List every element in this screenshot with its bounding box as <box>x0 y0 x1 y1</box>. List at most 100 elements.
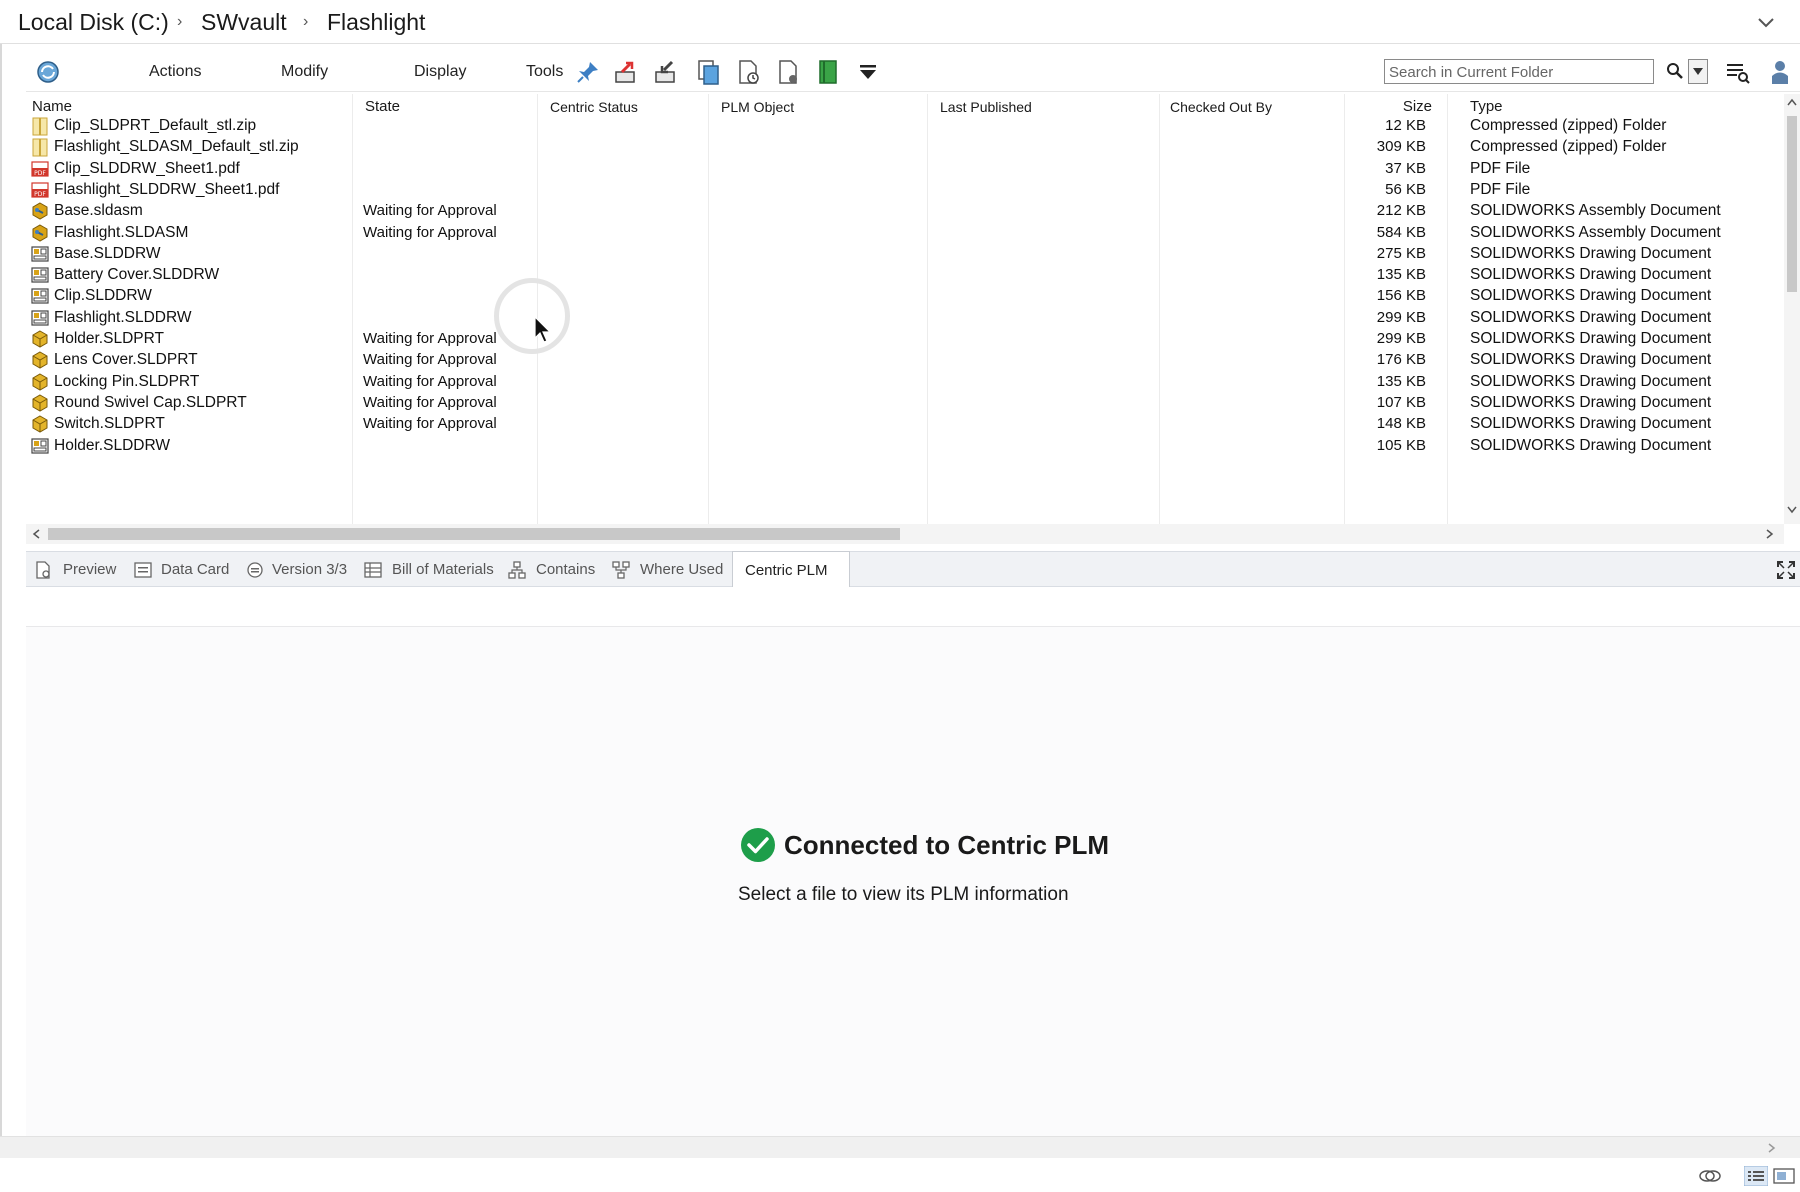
file-size: 299 KB <box>1376 330 1426 347</box>
file-type: SOLIDWORKS Drawing Document <box>1470 308 1712 326</box>
chevron-right-icon[interactable] <box>1768 1143 1776 1153</box>
column-header-last-published[interactable]: Last Published <box>940 99 1032 115</box>
tab-where-used[interactable]: Where Used <box>612 552 723 586</box>
column-header-centric-status[interactable]: Centric Status <box>550 99 638 115</box>
tab-data-card[interactable]: Data Card <box>134 552 234 586</box>
file-name: Clip_SLDDRW_Sheet1.pdf <box>54 159 240 177</box>
file-size: 156 KB <box>1376 287 1426 305</box>
file-state: Waiting for Approval <box>363 330 497 347</box>
tab-bill-of-materials[interactable]: Bill of Materials <box>364 552 500 586</box>
user-icon[interactable] <box>1766 58 1794 86</box>
details-view-icon[interactable] <box>1744 1166 1768 1186</box>
copy-files-icon[interactable] <box>694 58 722 86</box>
file-type: SOLIDWORKS Drawing Document <box>1470 266 1712 284</box>
part-icon <box>32 373 48 391</box>
file-name: Clip.SLDDRW <box>54 287 152 305</box>
file-type: SOLIDWORKS Drawing Document <box>1470 393 1712 411</box>
file-type: Compressed (zipped) Folder <box>1470 138 1667 156</box>
breadcrumb-separator-icon: › <box>303 13 309 30</box>
horizontal-scroll-thumb[interactable] <box>48 528 900 540</box>
check-circle-bg <box>741 828 775 862</box>
file-size: 56 KB <box>1385 180 1426 198</box>
overflow-menu-icon[interactable] <box>854 58 882 86</box>
plm-instruction-text: Select a file to view its PLM informatio… <box>738 884 1069 905</box>
table-row[interactable]: Holder.SLDDRW 105 KB SOLIDWORKS Drawing Do… <box>26 434 1784 458</box>
preview-icon <box>36 561 50 579</box>
breadcrumb-item-local-disk[interactable]: Local Disk (C:) <box>18 9 169 36</box>
file-name: Round Swivel Cap.SLDPRT <box>54 393 247 411</box>
plm-connection-title: Connected to Centric PLM <box>784 830 1110 860</box>
menu-actions[interactable]: Actions <box>149 63 201 81</box>
file-name: Flashlight.SLDDRW <box>54 308 192 326</box>
file-name: Flashlight_SLDASM_Default_stl.zip <box>54 138 299 156</box>
drawing-icon <box>31 246 49 262</box>
vertical-scroll-thumb[interactable] <box>1787 116 1797 292</box>
search-dropdown-button[interactable] <box>1688 59 1708 84</box>
part-icon <box>32 351 48 369</box>
details-tab-bar: Preview Data Card Version 3/3 Bill of Ma… <box>26 551 1800 587</box>
scroll-up-icon[interactable] <box>1787 98 1797 106</box>
file-size: 584 KB <box>1376 223 1426 241</box>
file-name: Switch.SLDPRT <box>54 415 165 433</box>
column-header-plm-object[interactable]: PLM Object <box>721 99 794 115</box>
get-version-icon[interactable] <box>734 58 762 86</box>
column-header-size[interactable]: Size <box>1380 98 1432 115</box>
where-used-icon <box>612 561 630 579</box>
version-icon <box>247 562 263 578</box>
horizontal-scrollbar[interactable] <box>26 524 1784 544</box>
search-icon[interactable] <box>1666 62 1684 80</box>
menu-display[interactable]: Display <box>414 63 466 81</box>
file-state: Waiting for Approval <box>363 372 497 390</box>
search-list-icon[interactable] <box>1724 58 1752 86</box>
file-size: 176 KB <box>1376 351 1426 369</box>
chevron-down-icon[interactable] <box>1756 12 1776 32</box>
svg-text:PDF: PDF <box>34 191 46 198</box>
status-bar <box>0 1158 1800 1192</box>
window-edge <box>0 44 2 1192</box>
tab-preview[interactable]: Preview <box>34 552 130 586</box>
data-card-icon <box>134 562 152 578</box>
file-type: SOLIDWORKS Drawing Document <box>1470 244 1712 262</box>
column-header-state[interactable]: State <box>365 98 400 115</box>
tab-version[interactable]: Version 3/3 <box>246 552 356 586</box>
book-icon[interactable] <box>814 58 842 86</box>
breadcrumb-item-swvault[interactable]: SWvault <box>201 9 287 36</box>
file-size: 135 KB <box>1376 372 1426 390</box>
check-out-icon[interactable] <box>612 58 640 86</box>
menu-tools[interactable]: Tools <box>526 63 563 81</box>
column-header-checked-out-by[interactable]: Checked Out By <box>1170 99 1272 115</box>
file-type: SOLIDWORKS Drawing Document <box>1470 287 1712 305</box>
zip-folder-icon <box>32 117 48 136</box>
document-properties-icon[interactable] <box>774 58 802 86</box>
link-icon[interactable] <box>1698 1166 1722 1186</box>
column-header-name[interactable]: Name <box>32 98 72 115</box>
preview-pane-icon[interactable] <box>1772 1166 1796 1186</box>
scroll-down-icon[interactable] <box>1787 506 1797 514</box>
refresh-vault-icon[interactable] <box>34 58 62 86</box>
search-input[interactable] <box>1389 62 1619 82</box>
file-name: Flashlight_SLDDRW_Sheet1.pdf <box>54 180 280 198</box>
vertical-scrollbar[interactable] <box>1784 94 1800 524</box>
scroll-left-icon[interactable] <box>32 529 40 539</box>
file-name: Lens Cover.SLDPRT <box>54 351 198 369</box>
svg-text:PDF: PDF <box>34 170 46 177</box>
column-header-type[interactable]: Type <box>1470 98 1503 115</box>
check-in-icon[interactable] <box>652 58 680 86</box>
tab-centric-plm[interactable]: Centric PLM <box>732 551 850 587</box>
scroll-right-icon[interactable] <box>1766 529 1774 539</box>
loading-spinner-icon <box>494 278 570 354</box>
breadcrumb-item-flashlight[interactable]: Flashlight <box>327 9 425 36</box>
pin-icon[interactable] <box>574 58 602 86</box>
pdf-icon: PDF <box>31 182 49 198</box>
search-box <box>1384 59 1654 84</box>
tab-contains[interactable]: Contains <box>508 552 596 586</box>
file-size: 275 KB <box>1376 244 1426 262</box>
file-size: 105 KB <box>1376 436 1426 454</box>
file-type: SOLIDWORKS Drawing Document <box>1470 372 1712 390</box>
assembly-icon <box>32 223 48 242</box>
file-size: 299 KB <box>1376 308 1426 326</box>
expand-icon[interactable] <box>1776 560 1796 580</box>
file-list: Name State Centric Status PLM Object Las… <box>26 94 1784 524</box>
file-type: SOLIDWORKS Drawing Document <box>1470 436 1712 454</box>
menu-modify[interactable]: Modify <box>281 63 328 81</box>
